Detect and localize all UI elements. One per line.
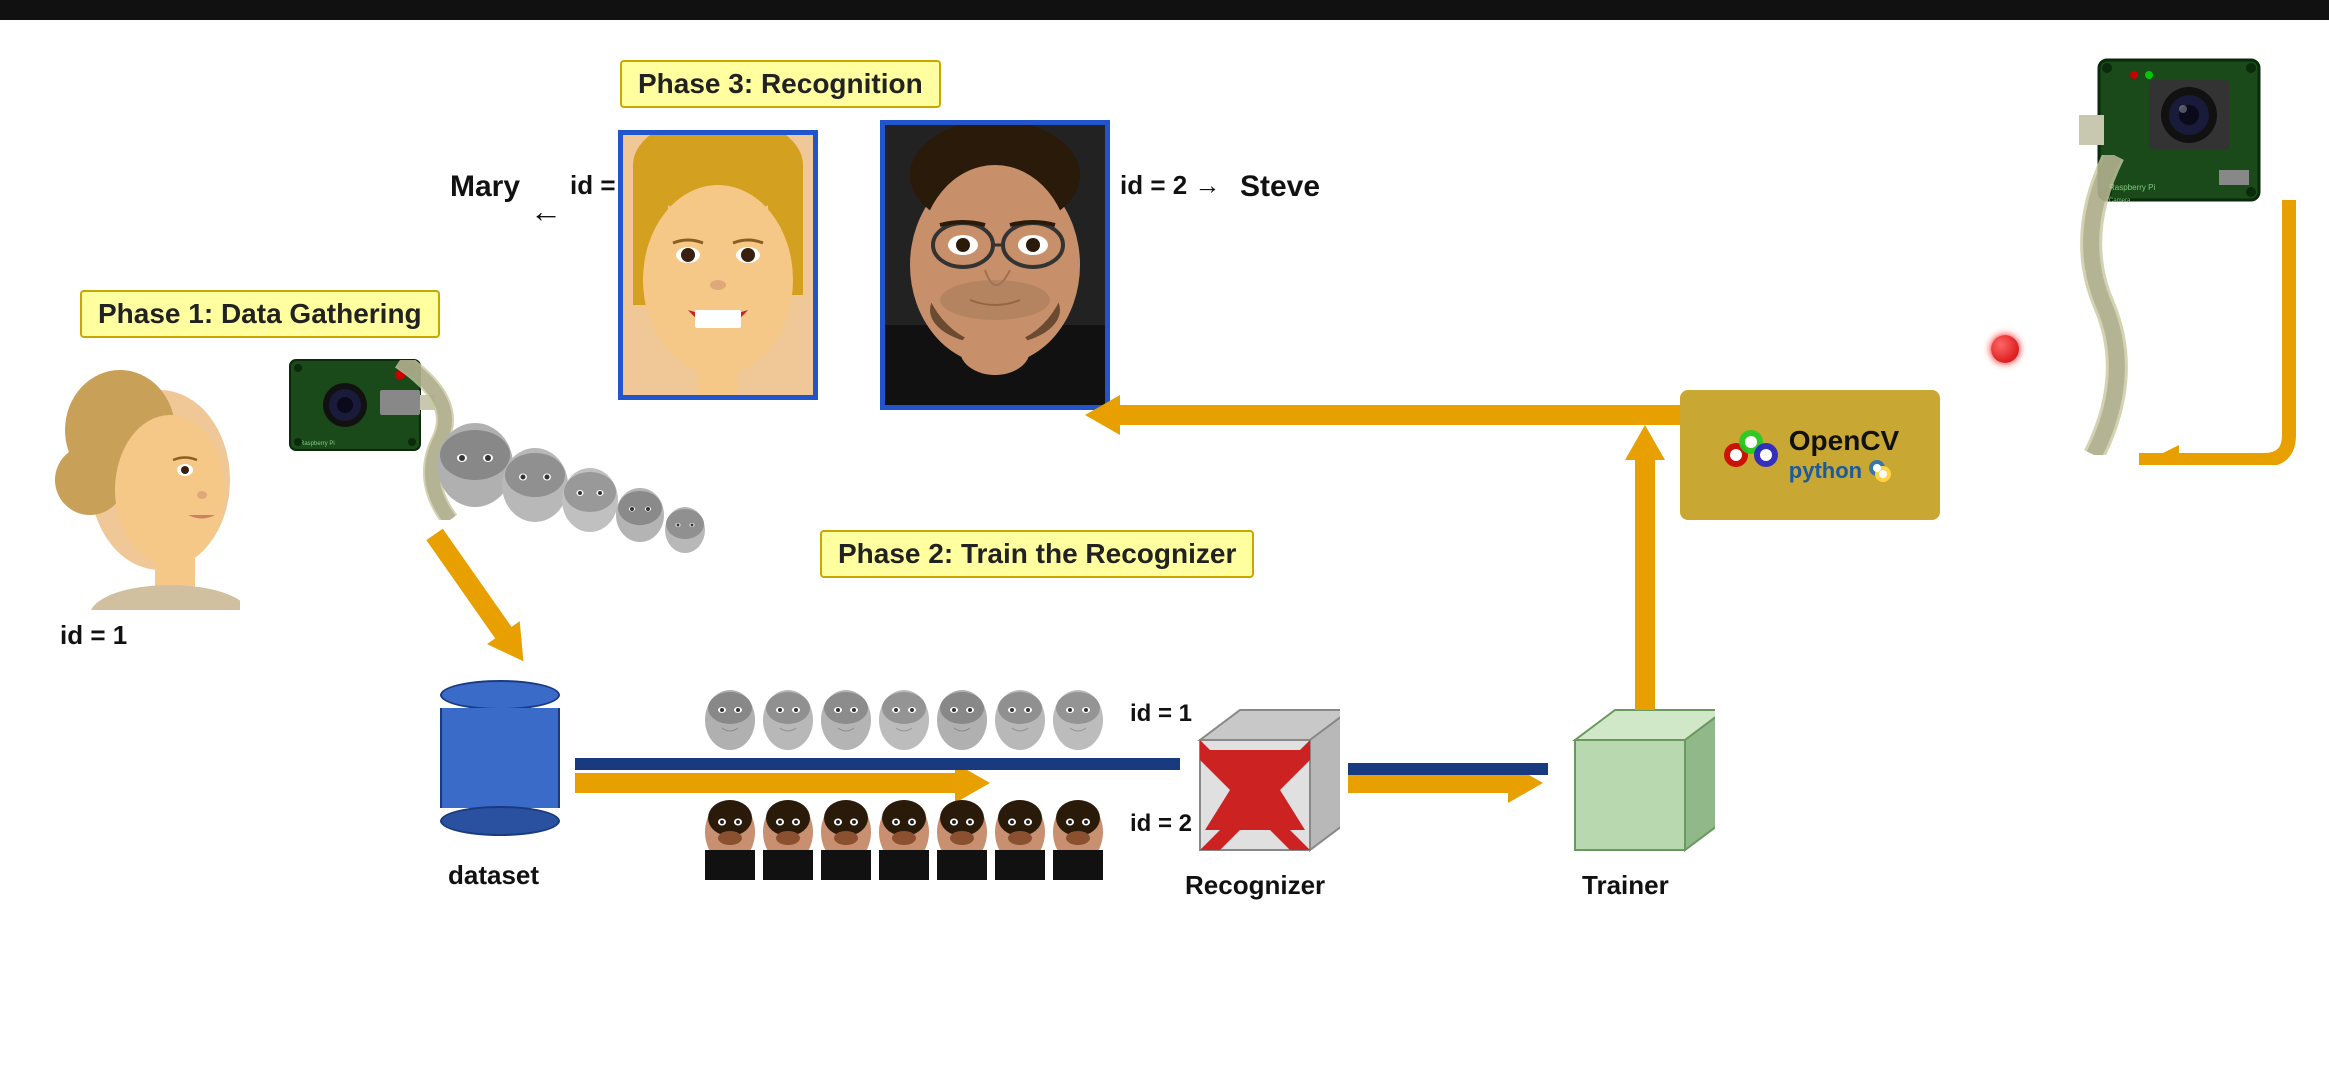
dark-connector-2 xyxy=(1348,763,1548,775)
steve-face-svg xyxy=(885,125,1105,405)
recognizer-cube xyxy=(1180,700,1340,865)
opencv-text: OpenCV xyxy=(1789,425,1899,457)
top-bar xyxy=(0,0,2329,20)
dataset-cylinder xyxy=(440,680,560,836)
db-bottom xyxy=(440,806,560,836)
profile-svg xyxy=(40,350,240,610)
curved-arr-svg xyxy=(2109,195,2309,465)
dark-connector-bar xyxy=(575,758,1180,770)
opencv-logo xyxy=(1721,430,1781,480)
opencv-box: OpenCV python xyxy=(1680,390,1940,520)
svg-text:Raspberry Pi: Raspberry Pi xyxy=(300,441,335,447)
red-led xyxy=(1991,335,2019,363)
mary-arrow: ← xyxy=(530,193,562,230)
mary-label: Mary xyxy=(450,170,520,204)
recognizer-label: Recognizer xyxy=(1185,870,1325,901)
arr4-svg xyxy=(1620,420,1670,710)
arrow-trainer-to-opencv xyxy=(1620,420,1670,715)
id-person-label: id = 1 xyxy=(60,620,127,651)
trainer-cube xyxy=(1555,700,1715,865)
python-icon xyxy=(1866,457,1894,485)
arr3-svg xyxy=(1080,390,1680,440)
dataset-label: dataset xyxy=(448,860,539,891)
face-row1-svg xyxy=(700,680,1130,770)
face-row2-svg xyxy=(700,790,1130,880)
woman-profile-image xyxy=(40,350,240,610)
trainer-svg xyxy=(1555,700,1715,860)
phase2-label: Phase 2: Train the Recognizer xyxy=(820,530,1254,578)
face-box-steve xyxy=(880,120,1110,410)
trainer-label: Trainer xyxy=(1582,870,1669,901)
python-text: python xyxy=(1789,457,1899,485)
curved-return-arrow xyxy=(2109,195,2309,470)
steve-label: Steve xyxy=(1240,170,1320,204)
id2-label: id = 2 → xyxy=(1120,170,1220,201)
phase3-label: Phase 3: Recognition xyxy=(620,60,941,108)
db-top xyxy=(440,680,560,710)
arrow-phase3-to-opencv xyxy=(1080,390,1680,445)
phase1-label: Phase 1: Data Gathering xyxy=(80,290,440,338)
woman-face-svg xyxy=(623,135,813,395)
recognizer-svg xyxy=(1180,700,1340,860)
face-box-woman xyxy=(618,130,818,400)
db-body xyxy=(440,708,560,808)
face-row-id2 xyxy=(700,790,1130,885)
